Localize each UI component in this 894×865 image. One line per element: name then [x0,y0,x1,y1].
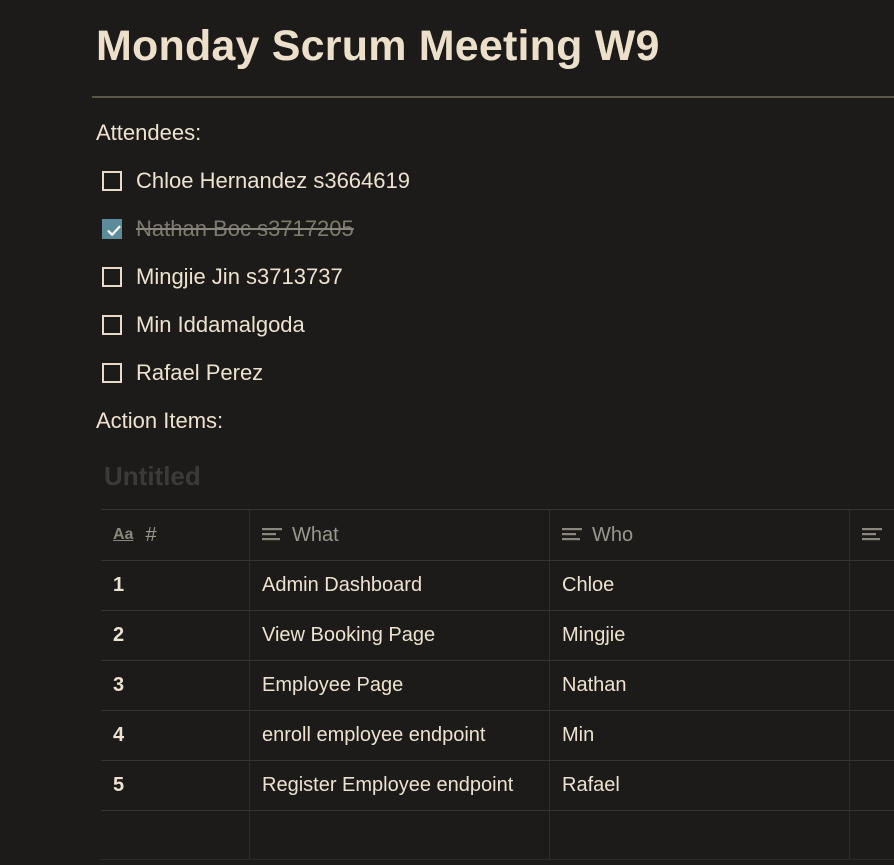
cell-extra[interactable] [850,811,894,859]
column-header-label: What [292,523,339,546]
checkmark-icon [107,225,121,236]
cell-extra[interactable] [850,711,894,760]
column-header-who[interactable]: Who [550,510,850,560]
title-aa-icon: Aa [113,526,134,543]
column-header-extra[interactable] [850,510,894,560]
checkbox[interactable] [102,315,122,335]
table-row[interactable]: 3 Employee Page Nathan [101,661,894,711]
cell-extra[interactable] [850,761,894,810]
table-row[interactable]: 4 enroll employee endpoint Min [101,711,894,761]
todo-text[interactable]: Chloe Hernandez s3664619 [136,168,410,194]
todo-text[interactable]: Mingjie Jin s3713737 [136,264,343,290]
checkbox[interactable] [102,171,122,191]
cell-extra[interactable] [850,611,894,660]
column-header-number[interactable]: Aa # [101,510,250,560]
table-row-empty[interactable] [101,811,894,860]
page-title[interactable]: Monday Scrum Meeting W9 [96,22,660,71]
cell-what[interactable]: View Booking Page [250,611,550,660]
action-items-table: Aa # What Who 1 Admin Dashboard Chloe 2 … [101,509,894,860]
cell-what[interactable]: Register Employee endpoint [250,761,550,810]
attendees-label[interactable]: Attendees: [96,120,201,146]
table-row[interactable]: 5 Register Employee endpoint Rafael [101,761,894,811]
checkbox[interactable] [102,363,122,383]
todo-item[interactable]: Chloe Hernandez s3664619 [102,167,410,195]
table-row[interactable]: 1 Admin Dashboard Chloe [101,561,894,611]
cell-extra[interactable] [850,661,894,710]
column-header-label: # [145,523,157,546]
cell-what[interactable]: Employee Page [250,661,550,710]
cell-number[interactable]: 4 [101,711,250,760]
todo-item[interactable]: Nathan Boc s3717205 [102,215,354,243]
todo-text[interactable]: Nathan Boc s3717205 [136,216,354,242]
cell-who[interactable]: Rafael [550,761,850,810]
cell-number[interactable]: 2 [101,611,250,660]
todo-item[interactable]: Rafael Perez [102,359,263,387]
cell-who[interactable]: Min [550,711,850,760]
cell-number[interactable]: 3 [101,661,250,710]
todo-text[interactable]: Min Iddamalgoda [136,312,305,338]
table-header-row: Aa # What Who [101,510,894,561]
cell-who[interactable]: Mingjie [550,611,850,660]
database-title[interactable]: Untitled [104,461,201,492]
text-lines-icon [262,527,282,543]
text-lines-icon [562,527,582,543]
cell-number[interactable]: 5 [101,761,250,810]
cell-what[interactable]: Admin Dashboard [250,561,550,610]
column-header-label: Who [592,523,634,546]
notion-page: Monday Scrum Meeting W9 Attendees: Chloe… [0,0,894,865]
checkbox-checked[interactable] [102,219,122,239]
cell-who[interactable] [550,811,850,859]
table-row[interactable]: 2 View Booking Page Mingjie [101,611,894,661]
text-lines-icon [862,527,882,543]
column-header-what[interactable]: What [250,510,550,560]
todo-text[interactable]: Rafael Perez [136,360,263,386]
cell-what[interactable]: enroll employee endpoint [250,711,550,760]
todo-item[interactable]: Min Iddamalgoda [102,311,305,339]
cell-who[interactable]: Chloe [550,561,850,610]
cell-extra[interactable] [850,561,894,610]
cell-number[interactable] [101,811,250,859]
checkbox[interactable] [102,267,122,287]
action-items-label[interactable]: Action Items: [96,408,223,434]
title-divider [92,96,894,98]
cell-number[interactable]: 1 [101,561,250,610]
cell-who[interactable]: Nathan [550,661,850,710]
cell-what[interactable] [250,811,550,859]
todo-item[interactable]: Mingjie Jin s3713737 [102,263,343,291]
